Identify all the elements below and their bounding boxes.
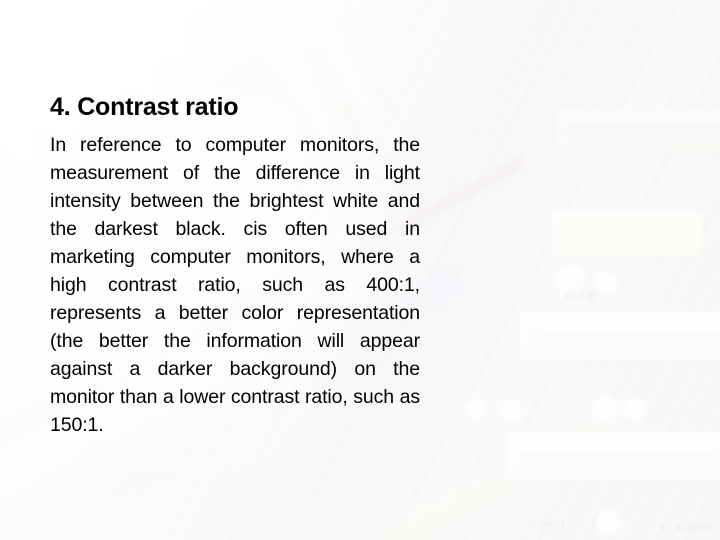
slide-title: 4. Contrast ratio: [50, 93, 239, 121]
slide-content: 4. Contrast ratio In reference to comput…: [50, 92, 420, 439]
slide: PCI-E PCI1 PCI2 F_AUDIO 4. Contrast rati…: [0, 0, 720, 540]
slide-body-text: In reference to computer monitors, the m…: [50, 134, 420, 436]
